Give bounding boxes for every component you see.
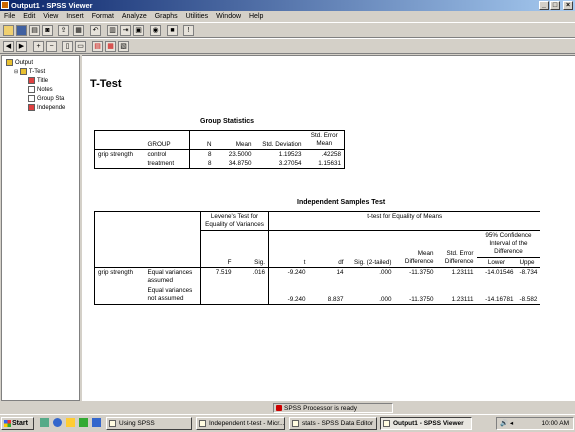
col-header: Mean (214, 130, 255, 150)
arrow-left-icon[interactable]: ◀ (3, 41, 14, 52)
menu-format[interactable]: Format (92, 13, 114, 20)
col-header: Std. Error Mean (304, 130, 345, 150)
goto-data-icon[interactable]: ▥ (107, 25, 118, 36)
page-icon (28, 77, 35, 84)
find-icon[interactable]: ◉ (150, 25, 161, 36)
undo-icon[interactable]: ↶ (90, 25, 101, 36)
folder-icon (109, 420, 116, 427)
save-icon[interactable] (16, 25, 27, 36)
table-row: grip strength control 8 23.5000 1.19523 … (94, 149, 345, 159)
task-word-doc[interactable]: Independent t-test - Micr... (196, 417, 285, 430)
menu-bar: File Edit View Insert Format Analyze Gra… (0, 11, 575, 22)
collapse-icon[interactable]: − (46, 41, 57, 52)
outline-item-notes[interactable]: Notes (28, 86, 53, 94)
show-icon[interactable]: ▯ (62, 41, 73, 52)
page-icon (28, 86, 35, 93)
menu-analyze[interactable]: Analyze (122, 13, 147, 20)
task-output-viewer[interactable]: Output1 - SPSS Viewer (380, 417, 472, 430)
expand-icon[interactable]: + (33, 41, 44, 52)
table-row: treatment 8 34.8750 3.27054 1.15631 (94, 159, 345, 169)
window-title-bar: Output1 - SPSS Viewer _ □ × (0, 0, 575, 11)
collapse-box-icon[interactable]: ⊟ (14, 69, 18, 75)
col-header: N (189, 130, 215, 150)
outline-toolbar: ◀ ▶ + − ▯ ▭ ▤ ▦ ▧ (0, 38, 575, 54)
col-header: GROUP (144, 130, 190, 150)
recall-dialog-icon[interactable]: ▦ (73, 25, 84, 36)
designate-window-icon[interactable]: ■ (167, 25, 178, 36)
table-row: grip strength Equal variances assumed 7.… (94, 267, 541, 286)
output-content-pane: T-Test Group Statistics GROUP N Mean Std… (82, 55, 575, 401)
insert-title-icon[interactable]: ▦ (105, 41, 116, 52)
page-icon (28, 104, 35, 111)
ci-header: 95% Confidence Interval of the Differenc… (476, 230, 541, 258)
main-toolbar: ▤ ◙ ⇪ ▦ ↶ ▥ ⇥ ▣ ◉ ■ ! (0, 22, 575, 38)
variables-icon[interactable]: ▣ (133, 25, 144, 36)
export-icon[interactable]: ⇪ (58, 25, 69, 36)
window-title: Output1 - SPSS Viewer (11, 1, 93, 10)
book-icon (6, 59, 13, 66)
processor-status: SPSS Processor is ready (273, 403, 393, 413)
hide-icon[interactable]: ▭ (75, 41, 86, 52)
print-preview-icon[interactable]: ◙ (42, 25, 53, 36)
menu-utilities[interactable]: Utilities (186, 13, 209, 20)
spss-app-icon[interactable] (1, 1, 9, 9)
internet-explorer-icon[interactable] (53, 418, 62, 427)
menu-edit[interactable]: Edit (23, 13, 35, 20)
close-button[interactable]: × (563, 1, 573, 10)
book-icon (19, 68, 27, 75)
insert-text-icon[interactable]: ▧ (118, 41, 129, 52)
menu-window[interactable]: Window (216, 13, 241, 20)
task-data-editor[interactable]: stats - SPSS Data Editor (289, 417, 377, 430)
col-header: Std. Deviation (254, 130, 305, 150)
status-bar: SPSS Processor is ready (0, 402, 575, 414)
arrow-right-icon[interactable]: ▶ (16, 41, 27, 52)
group-stats-table[interactable]: GROUP N Mean Std. Deviation Std. Error M… (94, 130, 345, 169)
outline-item-title[interactable]: Title (28, 77, 48, 85)
tray-icons[interactable]: 🔊 ◂ (497, 418, 513, 429)
page-title: T-Test (90, 78, 122, 90)
start-button[interactable]: Start (1, 417, 34, 430)
clock[interactable]: 10:00 AM (542, 420, 569, 427)
page-icon (28, 95, 35, 102)
system-tray: 🔊 ◂ 10:00 AM (496, 417, 574, 430)
menu-graphs[interactable]: Graphs (155, 13, 178, 20)
minimize-button[interactable]: _ (539, 1, 549, 10)
outline-root[interactable]: Output (6, 59, 33, 67)
processor-icon (276, 405, 282, 411)
ind-test-caption: Independent Samples Test (297, 199, 386, 206)
ttest-header: t-test for Equality of Means (268, 211, 541, 231)
print-icon[interactable]: ▤ (29, 25, 40, 36)
task-using-spss[interactable]: Using SPSS (106, 417, 192, 430)
windows-logo-icon (4, 420, 11, 427)
levene-header: Levene's Test for Equality of Variances (200, 211, 269, 231)
outline-pane: Output ⊟ T-Test Title Notes Group Sta In… (1, 55, 80, 401)
menu-insert[interactable]: Insert (66, 13, 84, 20)
excel-icon[interactable] (79, 418, 88, 427)
goto-case-icon[interactable]: ⇥ (120, 25, 131, 36)
menu-help[interactable]: Help (249, 13, 263, 20)
menu-view[interactable]: View (43, 13, 58, 20)
menu-file[interactable]: File (4, 13, 15, 20)
independent-samples-table[interactable]: Levene's Test for Equality of Variances … (94, 211, 541, 305)
table-row: Equal variances not assumed -9.240 8.837… (94, 286, 541, 305)
group-stats-caption: Group Statistics (200, 118, 255, 125)
maximize-button[interactable]: □ (550, 1, 560, 10)
outlook-icon[interactable] (66, 418, 75, 427)
word-icon[interactable] (92, 418, 101, 427)
taskbar: Start Using SPSS Independent t-test - Mi… (0, 414, 575, 432)
outline-ttest[interactable]: ⊟ T-Test (14, 68, 45, 76)
open-icon[interactable] (3, 25, 14, 36)
word-doc-icon (199, 420, 206, 427)
spss-data-icon (292, 420, 299, 427)
help-topics-icon[interactable]: ! (183, 25, 194, 36)
spss-output-icon (383, 420, 390, 427)
outline-item-group-stats[interactable]: Group Sta (28, 95, 64, 103)
show-desktop-icon[interactable] (40, 418, 49, 427)
insert-heading-icon[interactable]: ▤ (92, 41, 103, 52)
outline-item-independent[interactable]: Independe (28, 104, 65, 112)
